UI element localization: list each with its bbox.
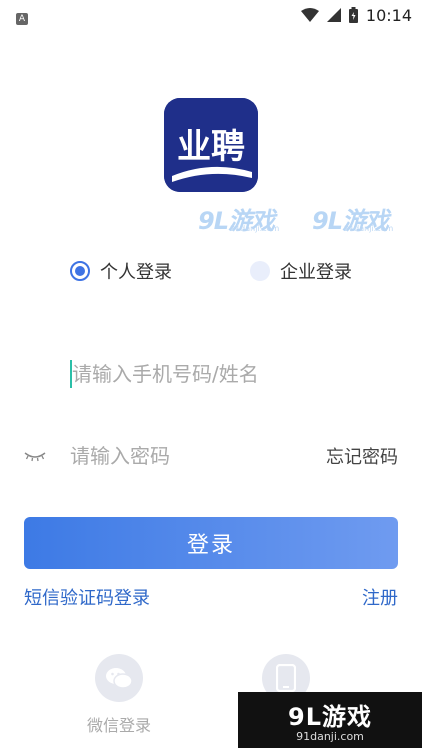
- login-type-group: 个人登录 企业登录: [0, 258, 422, 284]
- wechat-login[interactable]: 微信登录: [69, 654, 169, 736]
- phone-input[interactable]: [72, 362, 392, 386]
- radio-enterprise-login[interactable]: 企业登录: [250, 258, 352, 284]
- watermark-right: 9L游戏 91danji.com: [312, 198, 393, 238]
- app-logo: 业聘: [164, 98, 258, 192]
- status-time: 10:14: [365, 5, 412, 25]
- login-button[interactable]: 登录: [24, 517, 398, 569]
- signal-icon: [326, 8, 341, 22]
- status-right: 10:14: [300, 5, 412, 25]
- wechat-icon: [106, 668, 133, 689]
- corner-watermark-text: 9L游戏: [288, 703, 372, 731]
- watermark-url: 91danji.com: [230, 224, 280, 233]
- status-bar: A 10:14: [0, 0, 422, 30]
- password-input-row: 忘记密码: [24, 434, 398, 478]
- sms-login-link[interactable]: 短信验证码登录: [24, 584, 150, 610]
- svg-text:业聘: 业聘: [177, 127, 245, 167]
- register-link[interactable]: 注册: [362, 584, 398, 610]
- radio-label: 个人登录: [100, 262, 172, 283]
- radio-unchecked-icon: [250, 261, 270, 281]
- logo-image: 业聘: [164, 98, 258, 192]
- phone-input-row: [24, 352, 398, 396]
- status-left: A: [16, 6, 28, 25]
- wechat-login-label: 微信登录: [86, 716, 151, 735]
- password-input[interactable]: [70, 444, 290, 468]
- watermark-url: 91danji.com: [344, 224, 394, 233]
- radio-checked-icon: [70, 261, 90, 281]
- wifi-icon: [300, 8, 319, 22]
- corner-watermark-url: 91danji.com: [296, 730, 364, 743]
- radio-label: 企业登录: [280, 262, 352, 283]
- corner-watermark: 9L游戏 91danji.com: [238, 692, 422, 748]
- app-notification-icon: A: [16, 12, 28, 25]
- eye-closed-icon[interactable]: [24, 449, 46, 463]
- forgot-password-link[interactable]: 忘记密码: [326, 443, 398, 469]
- phone-icon: [276, 664, 296, 692]
- watermark-left: 9L游戏 91danji.com: [198, 198, 279, 238]
- text-cursor: [70, 360, 72, 388]
- radio-personal-login[interactable]: 个人登录: [70, 258, 172, 284]
- wechat-icon-circle: [95, 654, 143, 702]
- battery-icon: [348, 7, 358, 23]
